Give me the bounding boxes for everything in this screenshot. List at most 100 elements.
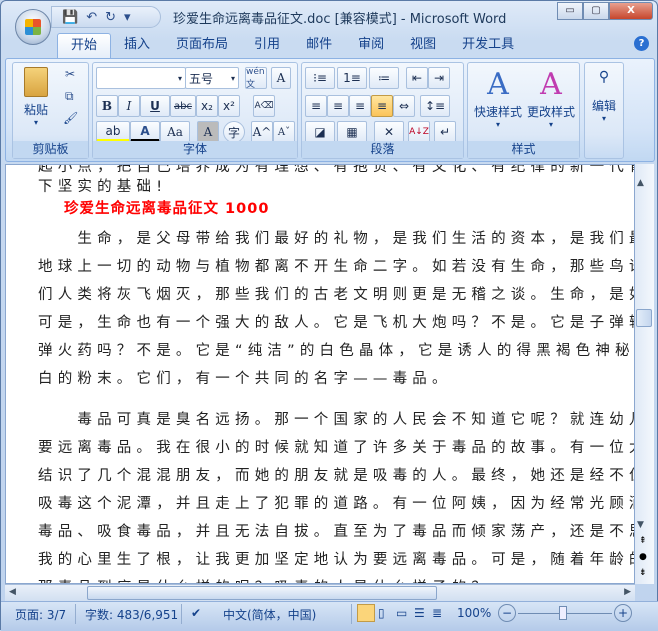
distributed-button[interactable]: ⇔ [393, 95, 415, 117]
scrollbar-thumb[interactable] [636, 309, 652, 327]
page-count[interactable]: 页面: 3/7 [15, 606, 66, 623]
scroll-left-icon[interactable]: ◀ [9, 587, 16, 597]
tab-developer[interactable]: 开发工具 [449, 33, 527, 59]
redo-icon[interactable]: ↻ [105, 10, 116, 25]
highlight-button[interactable]: ab [96, 121, 130, 143]
font-group: ▾ 五号 ▾ wén文 A B I U abc x₂ x² A⌫ ab A Aa … [92, 62, 298, 159]
editing-group: ⚲ 编辑 ▾ [584, 62, 624, 159]
document-line: 地球上一切的动物与植物都离不开生命二字。如若没有生命，那些鸟语花香将不复存在，我 [38, 259, 634, 275]
ribbon: 粘贴 ▾ ✂ ⧉ 🖌 剪贴板 ▾ 五号 ▾ wén文 A B I U abc x₂ … [5, 58, 655, 162]
minimize-button[interactable]: ▭ [557, 2, 583, 20]
horizontal-scrollbar-thumb[interactable] [87, 586, 437, 600]
underline-button[interactable]: U [140, 95, 170, 117]
font-name-combo[interactable]: ▾ [96, 67, 186, 89]
next-page-icon[interactable]: ⇟ [639, 568, 647, 578]
font-color-button[interactable]: A [130, 121, 160, 143]
clipboard-group-label: 剪贴板 [13, 141, 88, 158]
numbering-button[interactable]: 1≡ [337, 67, 367, 89]
show-marks-button[interactable]: ↵ [434, 121, 456, 143]
increase-indent-button[interactable]: ⇥ [428, 67, 450, 89]
full-screen-reading-view-button[interactable]: ▯ [378, 606, 385, 620]
scroll-right-icon[interactable]: ▶ [624, 587, 631, 597]
tab-review[interactable]: 审阅 [345, 33, 397, 59]
web-layout-view-button[interactable]: ▭ [396, 606, 407, 620]
subscript-button[interactable]: x₂ [196, 95, 218, 117]
editing-button[interactable]: ⚲ 编辑 ▾ [589, 69, 619, 123]
phonetic-guide-button[interactable]: wén文 [245, 67, 267, 90]
quick-access-toolbar: 💾 ↶ ↻ ▾ [51, 6, 161, 28]
tab-view[interactable]: 视图 [397, 33, 449, 59]
shrink-font-button[interactable]: Aˇ [273, 121, 295, 143]
quick-styles-button[interactable]: A 快速样式 ▾ [472, 67, 524, 129]
bullets-button[interactable]: ⁝≡ [305, 67, 335, 89]
copy-button[interactable]: ⧉ [65, 89, 74, 104]
justify-button[interactable]: ≡ [371, 95, 393, 117]
tab-insert[interactable]: 插入 [111, 33, 163, 59]
grow-font-button[interactable]: A^ [251, 121, 273, 143]
zoom-in-button[interactable]: + [614, 604, 632, 622]
restore-button[interactable]: ▢ [583, 2, 609, 20]
office-button[interactable] [15, 9, 51, 45]
format-painter-button[interactable]: 🖌 [63, 111, 78, 125]
clear-formatting-button[interactable]: A⌫ [253, 95, 275, 117]
undo-icon[interactable]: ↶ [86, 10, 97, 25]
decrease-indent-button[interactable]: ⇤ [406, 67, 428, 89]
document-line: 可是，生命也有一个强大的敌人。它是飞机大炮吗？不是。它是子弹轮船吗？不是。它是炸 [38, 315, 634, 331]
proofing-icon[interactable]: ✔ [191, 606, 201, 620]
word-window: 💾 ↶ ↻ ▾ 珍爱生命远离毒品征文.doc [兼容模式] - Microsof… [0, 0, 658, 631]
horizontal-scrollbar[interactable]: ◀ ▶ [5, 584, 635, 601]
font-group-label: 字体 [93, 141, 297, 158]
tab-page-layout[interactable]: 页面布局 [163, 33, 241, 59]
tab-home[interactable]: 开始 [57, 33, 112, 59]
bold-button[interactable]: B [96, 95, 118, 117]
change-case-button[interactable]: Aa [160, 121, 190, 143]
word-count[interactable]: 字数: 483/6,951 [85, 606, 178, 623]
draft-view-button[interactable]: ≣ [432, 606, 442, 620]
language-indicator[interactable]: 中文(简体，中国) [223, 606, 316, 623]
document-page[interactable]: 起小点，把自己培养成为有理想、有抱负、有文化、有纪律的新一代青年，为美好的明天打… [5, 164, 635, 584]
document-line: 们人类将灰飞烟灭，那些我们的古老文明则更是无稽之谈。生命，是如此美丽，如此可爱。 [38, 287, 634, 303]
cut-button[interactable]: ✂ [65, 67, 75, 81]
binoculars-icon: ⚲ [598, 69, 610, 85]
strikethrough-button[interactable]: abc [170, 95, 196, 117]
close-button[interactable]: X [609, 2, 653, 20]
outline-view-button[interactable]: ☰ [414, 606, 425, 620]
paste-button[interactable]: 粘贴 ▾ [19, 67, 53, 127]
print-layout-view-button[interactable] [357, 604, 375, 622]
scroll-down-icon[interactable]: ▼ [637, 520, 644, 530]
title-bar: 💾 ↶ ↻ ▾ 珍爱生命远离毒品征文.doc [兼容模式] - Microsof… [1, 1, 658, 45]
line-spacing-button[interactable]: ↕≡ [420, 95, 450, 117]
document-line: 毒品可真是臭名远扬。那一个国家的人民会不知道它呢？就连幼儿园的小宝贝都明白 [77, 412, 634, 428]
document-line: 弹火药吗？不是。它是“纯洁”的白色晶体，它是诱人的得黑褐色神秘药丸，它是细腻而又… [38, 343, 635, 359]
tab-references[interactable]: 引用 [241, 33, 293, 59]
zoom-level[interactable]: 100% [457, 606, 491, 620]
select-browse-object-icon[interactable]: ● [639, 552, 647, 562]
chinese-layout-button[interactable]: ✕ [374, 121, 404, 143]
scroll-up-icon[interactable]: ▲ [637, 178, 644, 188]
multilevel-list-button[interactable]: ≔ [369, 67, 399, 89]
superscript-button[interactable]: x² [218, 95, 240, 117]
center-button[interactable]: ≡ [327, 95, 349, 117]
tab-mailings[interactable]: 邮件 [293, 33, 345, 59]
font-size-combo[interactable]: 五号 ▾ [185, 67, 239, 89]
change-styles-button[interactable]: A 更改样式 ▾ [524, 67, 578, 129]
sort-button[interactable]: A↓Z [408, 121, 430, 143]
office-logo-icon [25, 19, 41, 35]
vertical-scrollbar[interactable]: ▲ ▼ ⇞ ● ⇟ [635, 164, 654, 584]
customize-qat-icon[interactable]: ▾ [124, 10, 131, 25]
save-icon[interactable]: 💾 [62, 10, 78, 25]
previous-page-icon[interactable]: ⇞ [639, 536, 647, 546]
align-right-button[interactable]: ≡ [349, 95, 371, 117]
align-left-button[interactable]: ≡ [305, 95, 327, 117]
zoom-slider-thumb[interactable] [559, 606, 567, 620]
shading-button[interactable]: ◪ [305, 121, 335, 143]
borders-button[interactable]: ▦ [337, 121, 367, 143]
zoom-out-button[interactable]: − [498, 604, 516, 622]
document-line: 我的心里生了根，让我更加坚定地认为要远离毒品。可是，随着年龄的增长，我却怀疑了。 [38, 552, 634, 568]
character-border-button[interactable]: A [271, 67, 291, 89]
italic-button[interactable]: I [118, 95, 140, 117]
enclose-characters-button[interactable]: 字 [223, 121, 245, 143]
document-line: 吸毒这个泥潭，并且走上了犯罪的道路。有一位阿姨，因为经常光顾酒吧和迪厅而开始接触 [38, 496, 634, 512]
help-icon[interactable]: ? [634, 36, 649, 51]
character-shading-button[interactable]: A [197, 121, 219, 143]
